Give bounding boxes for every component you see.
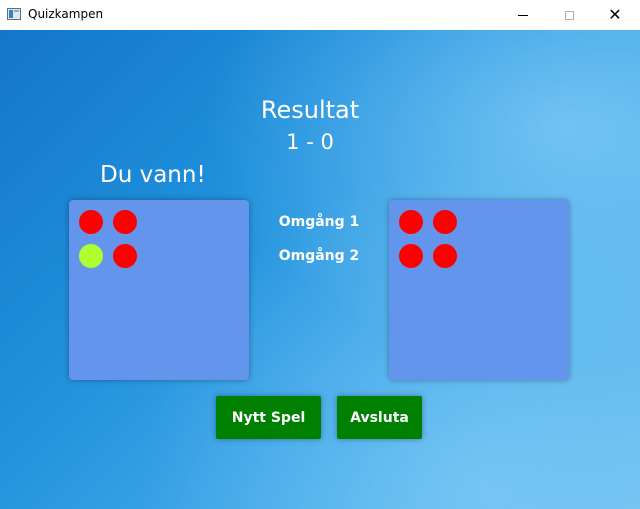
quit-button[interactable]: Avsluta — [337, 396, 422, 439]
maximize-icon — [564, 10, 574, 20]
new-game-button[interactable]: Nytt Spel — [216, 396, 321, 439]
window-title: Quizkampen — [28, 7, 104, 21]
player-answer-dot-round1-q2-wrong — [113, 210, 137, 234]
opponent-answer-dot-round1-q2-wrong — [433, 210, 457, 234]
window-titlebar[interactable]: Quizkampen ✕ — [0, 0, 640, 30]
opponent-answer-dot-round1-q1-wrong — [399, 210, 423, 234]
maximize-button[interactable] — [546, 0, 592, 30]
opponent-answer-dot-round2-q1-wrong — [399, 244, 423, 268]
minimize-icon — [518, 14, 528, 16]
player-answer-dot-round2-q2-wrong — [113, 244, 137, 268]
opponent-answers-panel — [389, 200, 569, 380]
player-answer-dot-round2-q1-correct — [79, 244, 103, 268]
player-answer-dot-round1-q1-wrong — [79, 210, 103, 234]
round-label-1: Omgång 1 — [278, 214, 360, 230]
result-title: Resultat — [260, 96, 360, 124]
player-answers-panel — [69, 200, 249, 380]
outcome-message: Du vann! — [100, 162, 206, 188]
app-icon — [7, 8, 21, 20]
score-display: 1 - 0 — [286, 130, 334, 154]
opponent-answer-dot-round2-q2-wrong — [433, 244, 457, 268]
result-screen: Resultat 1 - 0 Du vann! Omgång 1 Omgång … — [0, 30, 640, 509]
close-icon: ✕ — [608, 5, 622, 24]
minimize-button[interactable] — [500, 0, 546, 30]
close-button[interactable]: ✕ — [592, 0, 638, 30]
round-label-2: Omgång 2 — [278, 248, 360, 264]
